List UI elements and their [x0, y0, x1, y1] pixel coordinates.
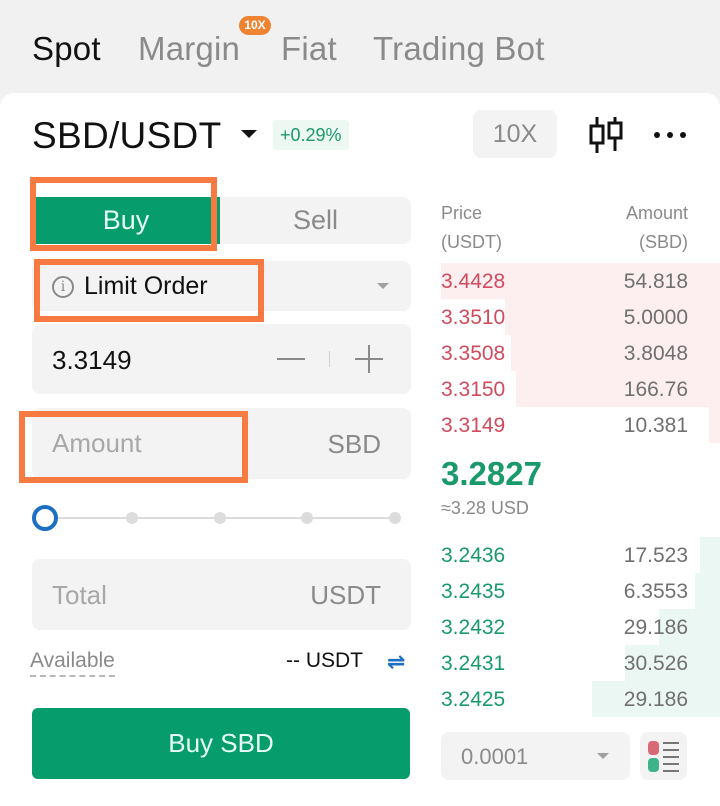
slider-stop-50[interactable] [214, 512, 226, 524]
amount-slider[interactable] [32, 505, 402, 531]
divider [329, 351, 330, 367]
bid-price: 3.2432 [441, 616, 506, 639]
tab-margin[interactable]: Margin [138, 30, 240, 68]
price-stepper[interactable]: 3.3149 [32, 324, 411, 394]
slider-stop-25[interactable] [126, 512, 138, 524]
bid-depth-bar [695, 573, 720, 609]
bid-row[interactable]: 3.2435 6.3553 [441, 573, 720, 609]
ask-price: 3.3149 [441, 414, 506, 437]
precision-select[interactable]: 0.0001 [441, 732, 630, 780]
amount-input[interactable] [32, 408, 292, 479]
ask-depth-bar [516, 371, 720, 407]
bid-price: 3.2435 [441, 580, 506, 603]
tab-fiat[interactable]: Fiat [281, 30, 337, 68]
info-icon[interactable]: i [52, 276, 74, 298]
minus-icon[interactable] [275, 344, 307, 374]
leverage-button[interactable]: 10X [473, 110, 557, 158]
ask-price: 3.3150 [441, 378, 506, 401]
sell-tab[interactable]: Sell [220, 197, 411, 244]
ask-price: 3.3510 [441, 306, 506, 329]
price-change-badge: +0.29% [273, 120, 349, 150]
ask-price: 3.4428 [441, 270, 506, 293]
last-price: 3.2827 [441, 455, 542, 492]
ask-amount: 166.76 [623, 378, 688, 401]
order-type-select[interactable]: i Limit Order [32, 261, 411, 311]
last-price-usd: ≈3.28 USD [441, 498, 529, 518]
total-unit: USDT [310, 580, 381, 610]
caret-down-icon [597, 753, 609, 759]
order-type-label: Limit Order [84, 272, 208, 300]
orderbook-layout-icon[interactable] [640, 732, 687, 780]
price-header-label: Price [441, 203, 483, 223]
highlight-gap [36, 183, 211, 197]
total-field[interactable]: Total USDT [32, 559, 411, 630]
bid-amount: 6.3553 [623, 580, 688, 603]
slider-stop-100[interactable] [389, 512, 401, 524]
bid-row[interactable]: 3.2432 29.186 [441, 609, 720, 645]
amount-header-label: Amount [625, 203, 688, 223]
bid-row[interactable]: 3.2425 29.186 [441, 681, 720, 717]
available-label[interactable]: Available [30, 649, 115, 677]
transfer-icon[interactable]: ⇌ [387, 649, 405, 675]
buy-sbd-button[interactable]: Buy SBD [32, 708, 410, 779]
bid-amount: 29.186 [623, 688, 688, 711]
price-input[interactable]: 3.3149 [52, 345, 132, 376]
ask-depth-bar [511, 335, 720, 371]
amount-header-unit: (SBD) [639, 232, 688, 252]
bid-amount: 29.186 [623, 616, 688, 639]
orderbook-amount-header: Amount (SBD) [626, 199, 688, 257]
bid-price: 3.2431 [441, 652, 506, 675]
ask-amount: 5.0000 [623, 306, 688, 329]
pair-selector[interactable]: SBD/USDT [32, 115, 221, 157]
ask-depth-bar [709, 407, 720, 443]
amount-unit: SBD [327, 429, 381, 459]
bid-amount: 17.523 [623, 544, 688, 567]
buy-tab[interactable]: Buy [32, 197, 220, 244]
margin-leverage-badge: 10X [239, 16, 271, 35]
available-value: -- USDT [286, 649, 363, 672]
ask-amount: 3.8048 [623, 342, 688, 365]
tab-spot[interactable]: Spot [32, 30, 101, 68]
plus-icon[interactable] [353, 343, 385, 375]
ask-row[interactable]: 3.3150 166.76 [441, 371, 720, 407]
ask-amount: 10.381 [623, 414, 688, 437]
bid-row[interactable]: 3.2431 30.526 [441, 645, 720, 681]
ask-row[interactable]: 3.4428 54.818 [441, 263, 720, 299]
tab-trading-bot[interactable]: Trading Bot [373, 30, 545, 68]
precision-value: 0.0001 [461, 744, 529, 769]
caret-down-icon [377, 283, 389, 289]
ask-row[interactable]: 3.3508 3.8048 [441, 335, 720, 371]
ask-price: 3.3508 [441, 342, 506, 365]
amount-field[interactable]: SBD [32, 408, 411, 479]
ask-row[interactable]: 3.3510 5.0000 [441, 299, 720, 335]
total-placeholder: Total [52, 580, 107, 610]
price-header-unit: (USDT) [441, 232, 502, 252]
bid-price: 3.2425 [441, 688, 506, 711]
caret-down-icon[interactable] [241, 130, 257, 138]
candlestick-chart-icon[interactable] [587, 115, 625, 155]
bid-row[interactable]: 3.2436 17.523 [441, 537, 720, 573]
bid-amount: 30.526 [623, 652, 688, 675]
more-icon[interactable] [650, 120, 690, 150]
trade-mode-tabs: Spot Margin 10X Fiat Trading Bot [0, 0, 720, 96]
bid-depth-bar [700, 537, 720, 573]
ask-row[interactable]: 3.3149 10.381 [441, 407, 720, 443]
ask-amount: 54.818 [623, 270, 688, 293]
slider-handle[interactable] [32, 505, 58, 531]
orderbook-price-header: Price (USDT) [441, 199, 502, 257]
slider-stop-75[interactable] [301, 512, 313, 524]
bid-price: 3.2436 [441, 544, 506, 567]
